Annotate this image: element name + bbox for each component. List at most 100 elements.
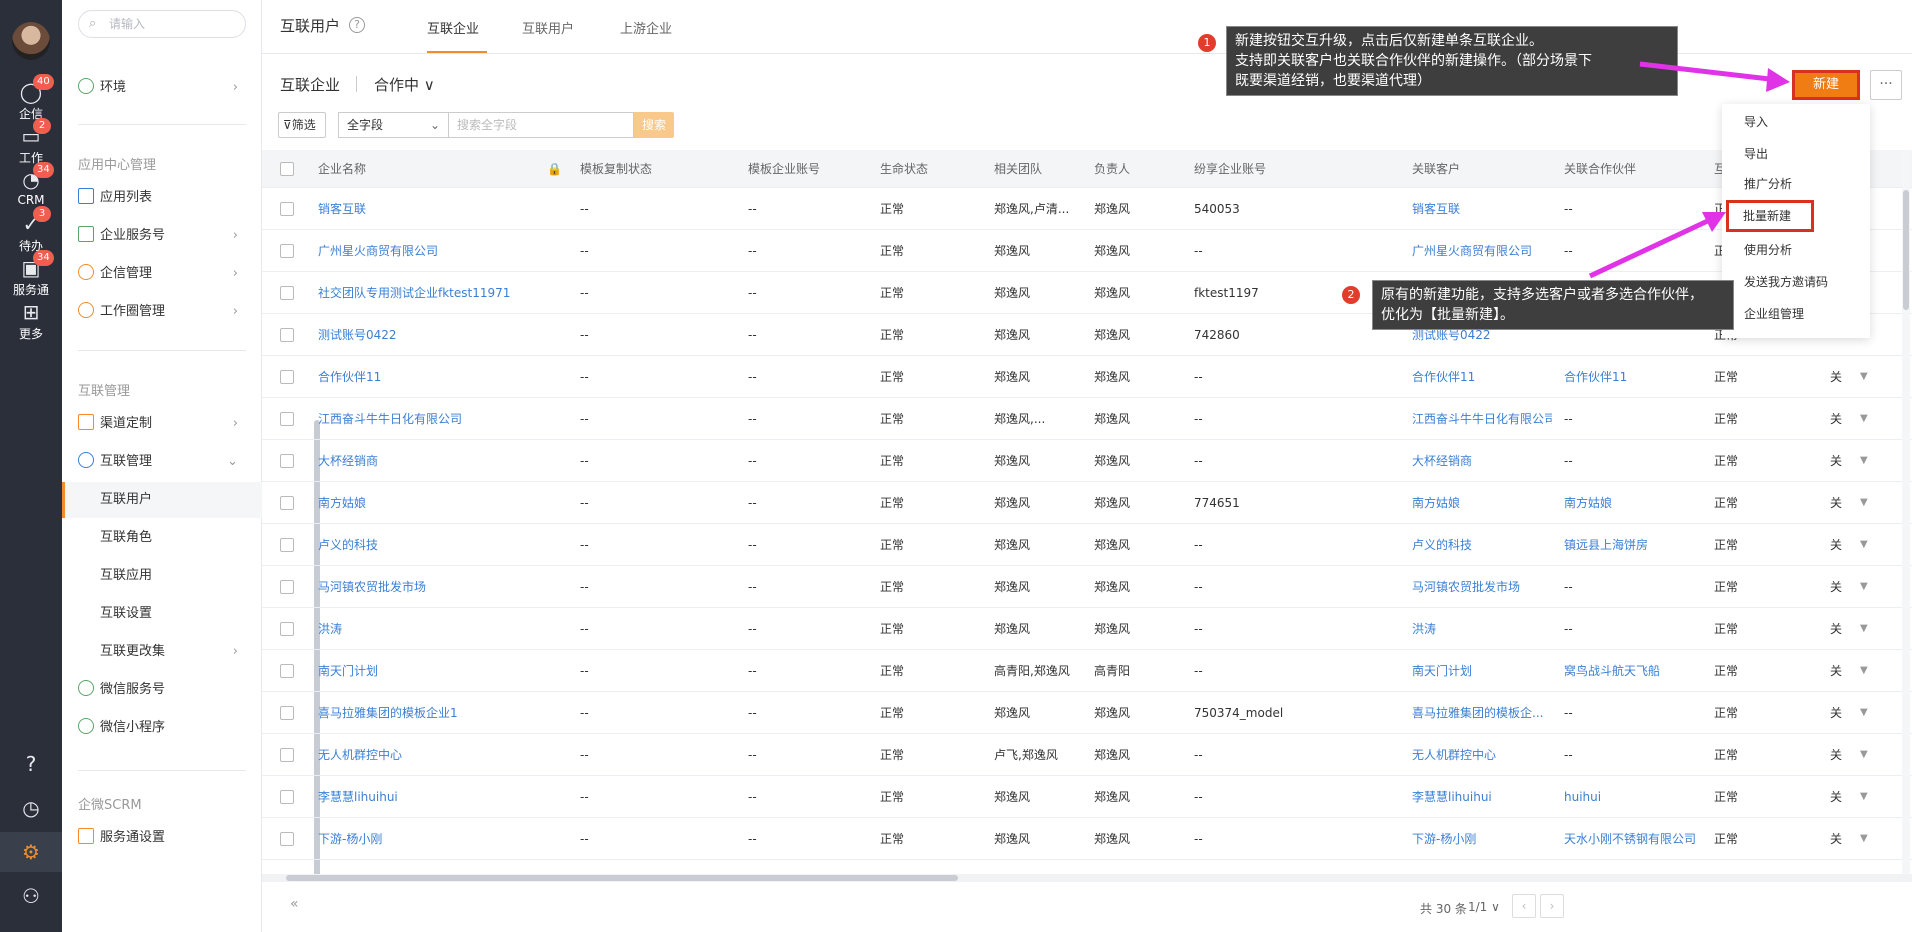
table-row[interactable]: 无人机群控中心 -- -- 正常 卢飞,郑逸风 郑逸风 -- 无人机群控中心 -- 正常 关 ▼ — [262, 734, 1912, 776]
table-row[interactable]: 南天门计划 -- -- 正常 高青阳,郑逸风 高青阳 -- 南天门计划 窝鸟战斗航天飞船 正常关 ▼ — [262, 650, 1912, 692]
row-action-caret-icon[interactable]: ▼ — [1860, 650, 1868, 692]
table-cell[interactable]: 下游-杨小刚 — [1412, 818, 1552, 859]
row-checkbox[interactable] — [280, 832, 294, 846]
table-cell[interactable]: 销客互联 — [1412, 188, 1552, 229]
row-action-caret-icon[interactable]: ▼ — [1860, 734, 1868, 776]
nav-item-channel[interactable]: 渠道定制 › — [62, 406, 262, 442]
table-cell[interactable]: 卢义的科技 — [318, 524, 378, 565]
settings-button[interactable]: ⚙ — [0, 832, 62, 872]
table-row[interactable]: 洪涛 -- -- 正常 郑逸风 郑逸风 -- 洪涛 -- 正常 关 ▼ — [262, 608, 1912, 650]
table-cell[interactable]: 江西奋斗牛牛日化有限公司 — [318, 398, 462, 439]
nav-item-service-settings[interactable]: 服务通设置 — [62, 820, 262, 856]
menu-item-promo-analysis[interactable]: 推广分析 — [1722, 168, 1870, 200]
history-button[interactable]: ◷ — [0, 796, 62, 820]
table-cell[interactable]: 洪涛 — [1412, 608, 1552, 649]
table-row[interactable]: 喜马拉雅集团的模板企业1 -- -- 正常 郑逸风 郑逸风 750374_model 喜马拉雅… — [262, 692, 1912, 734]
table-cell[interactable]: 马河镇农贸批发市场 — [318, 566, 426, 607]
rail-item-service[interactable]: ▣ 34 服务通 — [0, 250, 62, 298]
menu-item-send-invite[interactable]: 发送我方邀请码 — [1722, 266, 1870, 298]
table-horizontal-scrollbar[interactable] — [262, 874, 1912, 882]
menu-item-import[interactable]: 导入 — [1722, 106, 1870, 138]
col-header[interactable]: 关联合作伙伴 — [1564, 150, 1636, 187]
tab-hulian-user[interactable]: 互联用户 — [522, 18, 574, 37]
row-checkbox[interactable] — [280, 580, 294, 594]
table-cell[interactable]: 广州星火商贸有限公司 — [1412, 230, 1552, 271]
table-cell[interactable]: 天水小刚不锈钢有限公司 — [1564, 818, 1696, 859]
col-header[interactable]: 模板企业账号 — [748, 150, 820, 187]
tab-hulian-enterprise[interactable]: 互联企业 — [427, 18, 479, 37]
table-row[interactable]: 李慧慧lihuihui -- -- 正常 郑逸风 郑逸风 -- 李慧慧lihuihui huih… — [262, 776, 1912, 818]
help-button[interactable]: ? — [0, 752, 62, 776]
menu-item-group-mgmt[interactable]: 企业组管理 — [1722, 298, 1870, 330]
table-row[interactable]: 江西奋斗牛牛日化有限公司 -- -- 正常 郑逸风,... 郑逸风 -- 江西奋斗牛牛日化有限… — [262, 398, 1912, 440]
table-cell[interactable]: 马河镇农贸批发市场 — [1412, 566, 1552, 607]
search-button[interactable]: 搜索 — [634, 112, 674, 138]
table-cell[interactable]: 合作伙伴11 — [318, 356, 381, 397]
table-cell[interactable]: 合作伙伴11 — [1564, 356, 1627, 397]
row-checkbox[interactable] — [280, 412, 294, 426]
table-cell[interactable]: 南方姑娘 — [318, 482, 366, 523]
table-cell[interactable]: 社交团队专用测试企业fktest11971 — [318, 272, 510, 313]
col-header[interactable]: 关联客户 — [1412, 150, 1460, 187]
nav-search-input[interactable]: ⌕ 请输入 — [78, 10, 246, 38]
rail-item-more[interactable]: ⊞ 更多 — [0, 300, 62, 342]
table-row[interactable]: 南方姑娘 -- -- 正常 郑逸风 郑逸风 774651 南方姑娘 南方姑娘 正常关 ▼ — [262, 482, 1912, 524]
row-checkbox[interactable] — [280, 622, 294, 636]
rail-item-crm[interactable]: ◔ 34 CRM — [0, 162, 62, 207]
user-avatar[interactable] — [12, 22, 50, 60]
field-select[interactable]: 全字段 ⌄ — [338, 112, 448, 138]
table-cell[interactable]: 合作伙伴11 — [1412, 356, 1552, 397]
nav-item-hulian-settings[interactable]: 互联设置 — [62, 596, 262, 632]
col-header[interactable]: 相关团队 — [994, 150, 1042, 187]
row-checkbox[interactable] — [280, 328, 294, 342]
table-row[interactable]: 销客互联----正常郑逸风,卢清...郑逸风540053销客互联--正常 — [262, 188, 1912, 230]
row-checkbox[interactable] — [280, 370, 294, 384]
table-cell[interactable]: 洪涛 — [318, 608, 342, 649]
table-cell[interactable]: 无人机群控中心 — [1412, 734, 1552, 775]
nav-item-wechat-mini[interactable]: 微信小程序 — [62, 710, 262, 746]
table-cell[interactable]: 卢义的科技 — [1412, 524, 1552, 565]
table-cell[interactable]: 大杯经销商 — [318, 440, 378, 481]
table-cell[interactable]: 南方姑娘 — [1564, 482, 1612, 523]
col-header[interactable]: 模板复制状态 — [580, 150, 652, 187]
nav-item-app-list[interactable]: 应用列表 — [62, 180, 262, 216]
menu-item-export[interactable]: 导出 — [1722, 138, 1870, 170]
table-cell[interactable]: 无人机群控中心 — [318, 734, 402, 775]
row-action-caret-icon[interactable]: ▼ — [1860, 692, 1868, 734]
nav-item-qixin-mgmt[interactable]: 企信管理 › — [62, 256, 262, 292]
row-action-caret-icon[interactable]: ▼ — [1860, 776, 1868, 818]
table-cell[interactable]: 江西奋斗牛牛日化有限公司 — [1412, 398, 1552, 439]
table-cell[interactable]: 喜马拉雅集团的模板企... — [1412, 692, 1552, 733]
nav-item-hulian-mgmt[interactable]: 互联管理 ⌄ — [62, 444, 262, 480]
menu-item-usage-analysis[interactable]: 使用分析 — [1722, 234, 1870, 266]
filter-button[interactable]: ⊽筛选 — [278, 112, 326, 138]
account-button[interactable]: ⚇ — [0, 884, 62, 908]
table-cell[interactable]: 李慧慧lihuihui — [318, 776, 398, 817]
status-dropdown[interactable]: 合作中 ∨ — [374, 74, 435, 95]
col-header[interactable]: 纷享企业账号 — [1194, 150, 1266, 187]
nav-item-wechat-service[interactable]: 微信服务号 — [62, 672, 262, 708]
next-page-button[interactable]: › — [1540, 894, 1564, 918]
row-checkbox[interactable] — [280, 790, 294, 804]
row-checkbox[interactable] — [280, 454, 294, 468]
more-button[interactable]: ··· — [1870, 70, 1902, 100]
table-cell[interactable]: 南天门计划 — [1412, 650, 1552, 691]
table-row[interactable]: 马河镇农贸批发市场 -- -- 正常 郑逸风 郑逸风 -- 马河镇农贸批发市场 -- 正常 关 ▼ — [262, 566, 1912, 608]
table-cell[interactable]: 广州星火商贸有限公司 — [318, 230, 438, 271]
row-checkbox[interactable] — [280, 244, 294, 258]
table-vertical-scrollbar[interactable] — [1902, 150, 1910, 874]
row-checkbox[interactable] — [280, 748, 294, 762]
nav-item-hulian-app[interactable]: 互联应用 — [62, 558, 262, 594]
nav-item-env[interactable]: 环境 › — [62, 70, 262, 106]
rail-item-work[interactable]: ▭ 2 工作 — [0, 118, 62, 166]
nav-item-hulian-user[interactable]: 互联用户 — [62, 482, 262, 518]
row-action-caret-icon[interactable]: ▼ — [1860, 818, 1868, 860]
row-action-caret-icon[interactable]: ▼ — [1860, 608, 1868, 650]
nav-item-ent-service[interactable]: 企业服务号 › — [62, 218, 262, 254]
table-cell[interactable]: 南天门计划 — [318, 650, 378, 691]
row-checkbox[interactable] — [280, 538, 294, 552]
table-cell[interactable]: 大杯经销商 — [1412, 440, 1552, 481]
new-button[interactable]: 新建 — [1792, 70, 1860, 100]
select-all-checkbox[interactable] — [280, 162, 294, 176]
row-action-caret-icon[interactable]: ▼ — [1860, 566, 1868, 608]
